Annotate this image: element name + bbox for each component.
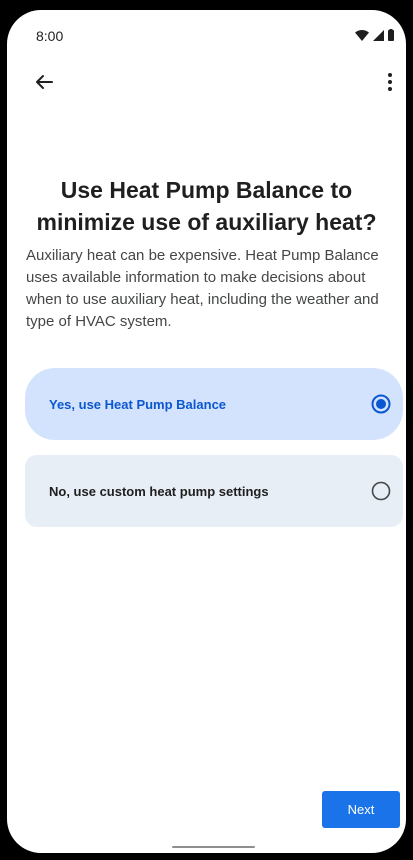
option-label: Yes, use Heat Pump Balance [49, 396, 227, 412]
navigation-handle[interactable] [172, 846, 255, 848]
top-app-bar [7, 62, 406, 102]
arrow-back-icon [36, 75, 53, 89]
more-options-button[interactable] [378, 67, 402, 97]
status-icons [355, 28, 394, 42]
battery-icon [388, 29, 394, 41]
more-vert-icon [388, 73, 392, 91]
description-text: Auxiliary heat can be expensive. Heat Pu… [26, 247, 379, 330]
option-yes-heat-pump-balance[interactable]: Yes, use Heat Pump Balance [25, 368, 403, 440]
wifi-icon [355, 29, 369, 41]
status-time: 8:00 [36, 28, 64, 44]
back-button[interactable] [29, 67, 59, 97]
cell-signal-icon [373, 29, 384, 41]
radio-unselected-icon[interactable] [371, 481, 391, 501]
option-no-custom-settings[interactable]: No, use custom heat pump settings [25, 455, 403, 527]
device-frame: 8:00 Use Heat Pump Balance to minimize u… [0, 0, 413, 860]
screen: 8:00 Use Heat Pump Balance to minimize u… [7, 10, 406, 853]
page-title: Use Heat Pump Balance to minimize use of… [36, 177, 377, 235]
option-label: No, use custom heat pump settings [49, 483, 269, 499]
radio-selected-icon[interactable] [371, 394, 391, 414]
next-button[interactable]: Next [322, 791, 400, 828]
status-bar: 8:00 [7, 10, 406, 56]
